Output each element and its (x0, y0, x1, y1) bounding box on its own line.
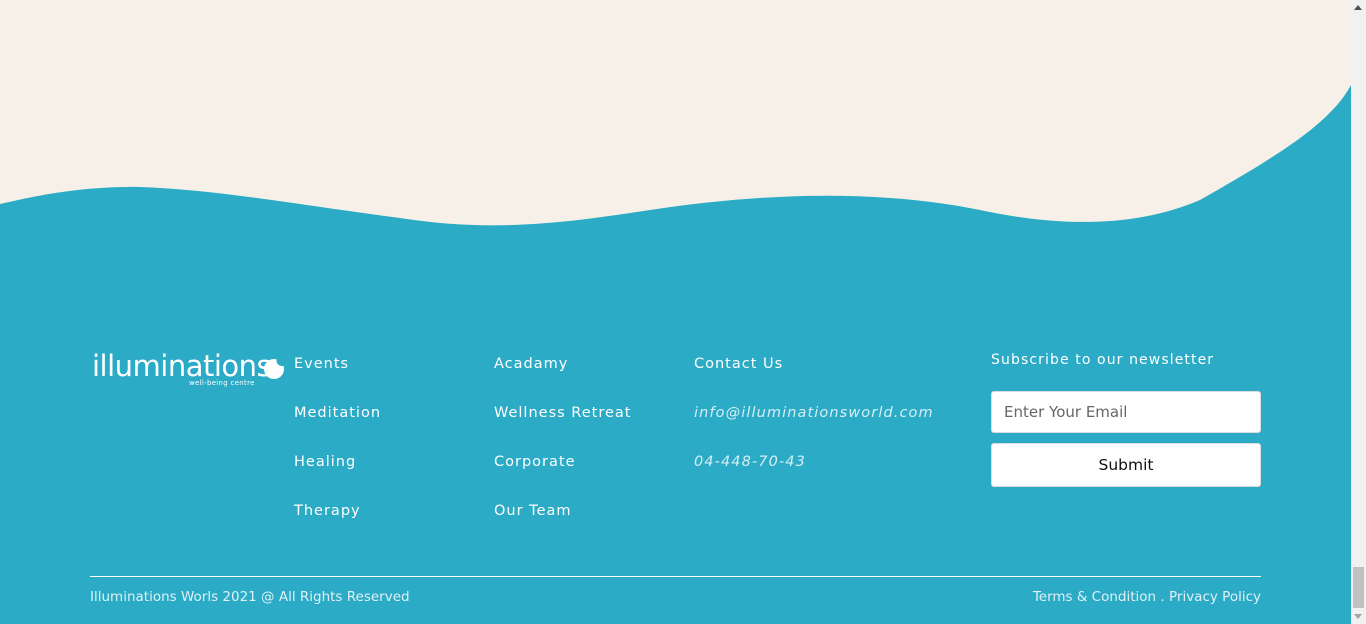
moon-icon (264, 356, 286, 379)
footer-link-events[interactable]: Events (294, 355, 349, 373)
legal-separator: . (1156, 589, 1169, 605)
scroll-up-arrow-icon[interactable] (1354, 5, 1362, 10)
footer-link-healing[interactable]: Healing (294, 453, 356, 471)
footer-link-our-team[interactable]: Our Team (494, 502, 572, 520)
footer-link-corporate[interactable]: Corporate (494, 453, 576, 471)
copyright-text: Illuminations Worls 2021 @ All Rights Re… (90, 589, 410, 605)
page-scrollbar[interactable] (1351, 0, 1366, 624)
newsletter-submit-button[interactable]: Submit (991, 443, 1261, 487)
contact-email-link[interactable]: info@illuminationsworld.com (694, 404, 934, 422)
footer-link-contact-us[interactable]: Contact Us (694, 355, 783, 373)
privacy-policy-link[interactable]: Privacy Policy (1169, 589, 1261, 605)
scroll-down-arrow-icon[interactable] (1354, 614, 1362, 619)
terms-link[interactable]: Terms & Condition (1033, 589, 1156, 605)
newsletter-email-input[interactable] (991, 391, 1261, 433)
footer-logo[interactable]: illuminations well-being centre (92, 348, 287, 392)
newsletter-heading: Subscribe to our newsletter (991, 352, 1215, 368)
legal-links: Terms & Condition . Privacy Policy (1033, 588, 1261, 606)
wave-divider (0, 0, 1351, 226)
page: illuminations well-being centre Events M… (0, 0, 1351, 624)
footer-link-meditation[interactable]: Meditation (294, 404, 381, 422)
footer-link-acadamy[interactable]: Acadamy (494, 355, 568, 373)
footer-divider (90, 576, 1261, 577)
contact-phone-link[interactable]: 04-448-70-43 (694, 453, 806, 471)
scrollbar-thumb[interactable] (1353, 567, 1364, 608)
footer-link-therapy[interactable]: Therapy (294, 502, 361, 520)
logo-tagline: well-being centre (189, 379, 255, 387)
footer-link-wellness-retreat[interactable]: Wellness Retreat (494, 404, 631, 422)
